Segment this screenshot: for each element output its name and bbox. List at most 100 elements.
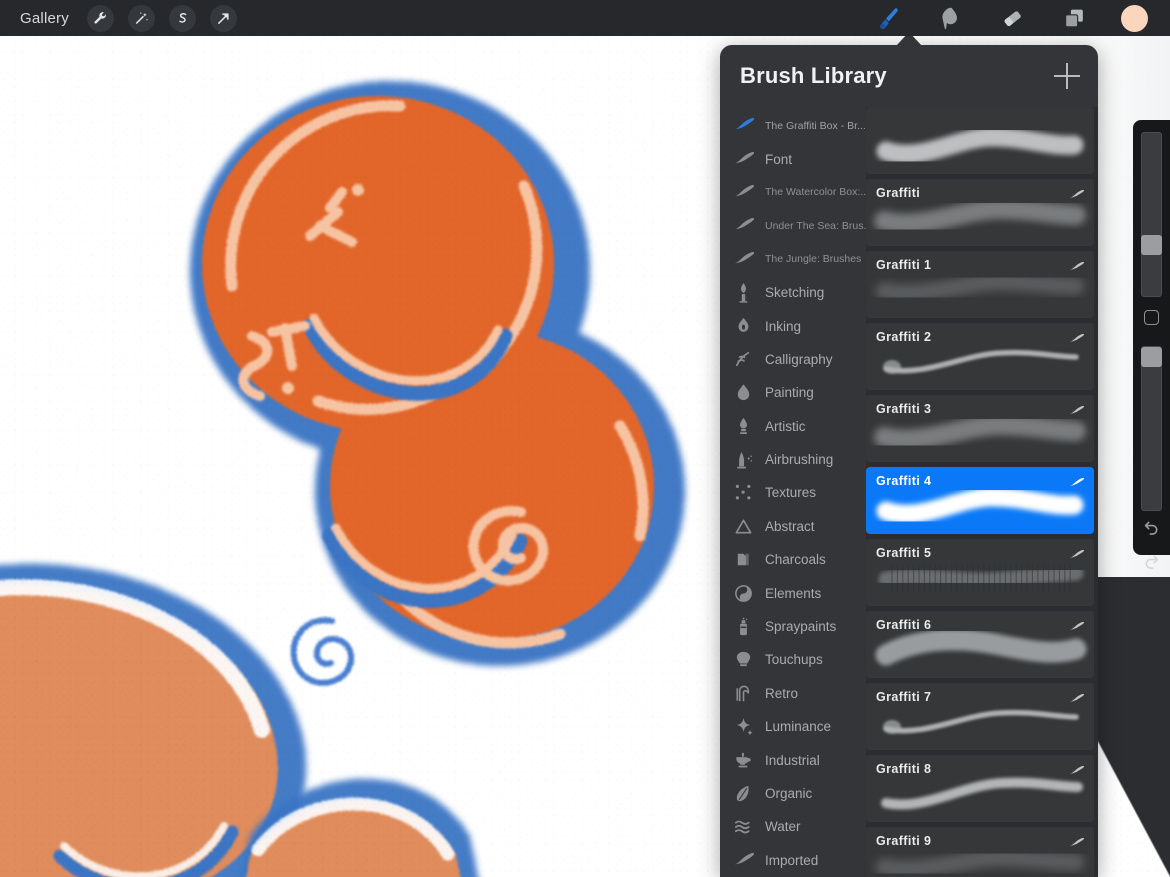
waves-icon: [732, 816, 754, 838]
elements-icon: [732, 582, 754, 604]
leaf-icon: [732, 783, 754, 805]
adjustments-button[interactable]: [128, 5, 155, 32]
brush-library-header: Brush Library: [720, 45, 1098, 107]
selection-button[interactable]: [169, 5, 196, 32]
brush-set-row-airbrushing[interactable]: Airbrushing: [720, 443, 866, 476]
brush-set-row-organic[interactable]: Organic: [720, 777, 866, 810]
actions-wrench-icon: [93, 11, 108, 26]
spraycan-icon: [732, 616, 754, 638]
brush-set-row-retro[interactable]: Retro: [720, 677, 866, 710]
brush-set-label: The Watercolor Box:...: [765, 186, 866, 198]
brush-pen-icon: [1068, 619, 1086, 638]
brush-set-row-textures[interactable]: Textures: [720, 476, 866, 509]
brush-set-row-font[interactable]: Font: [720, 142, 866, 175]
brush-set-row-elements[interactable]: Elements: [720, 576, 866, 609]
brush-set-row-charcoals[interactable]: Charcoals: [720, 543, 866, 576]
erase-tool-button[interactable]: [997, 5, 1027, 31]
undo-button[interactable]: [1142, 518, 1161, 542]
brush-card-graffiti-6[interactable]: Graffiti 6: [866, 611, 1094, 678]
brush-stroke-icon: [732, 849, 754, 871]
brush-preview-icon: [1068, 835, 1086, 849]
brush-set-label: Painting: [765, 385, 814, 400]
brush-set-row-sketching[interactable]: Sketching: [720, 276, 866, 309]
brush-set-row-luminance[interactable]: Luminance: [720, 710, 866, 743]
brush-stroke-icon: [732, 148, 754, 170]
brush-stroke-icon: [732, 215, 754, 237]
brush-pen-icon: [1068, 763, 1086, 782]
add-brush-button[interactable]: [1054, 63, 1080, 89]
pencil-tip-icon: [732, 282, 754, 304]
brush-set-row-the-graffiti-box-br[interactable]: The Graffiti Box - Br...: [720, 109, 866, 142]
brush-list[interactable]: Graffiti Graffiti 1 Graffiti 2 Graffiti …: [866, 107, 1098, 877]
brush-set-label: Abstract: [765, 519, 815, 534]
brush-name-label: Graffiti 4: [876, 474, 931, 488]
brush-name-label: Graffiti 2: [876, 330, 931, 344]
layers-button[interactable]: [1059, 5, 1089, 31]
brush-set-row-industrial[interactable]: Industrial: [720, 743, 866, 776]
modify-button[interactable]: [1144, 310, 1159, 325]
brush-set-row-spraypaints[interactable]: Spraypaints: [720, 610, 866, 643]
transform-button[interactable]: [210, 5, 237, 32]
brush-size-thumb[interactable]: [1141, 235, 1162, 255]
brush-set-row-under-the-sea-brus[interactable]: Under The Sea: Brus...: [720, 209, 866, 242]
brush-card-graffiti-5[interactable]: Graffiti 5: [866, 539, 1094, 606]
brush-card-graffiti-9[interactable]: Graffiti 9: [866, 827, 1094, 877]
brush-set-row-the-watercolor-box[interactable]: The Watercolor Box:...: [720, 176, 866, 209]
brush-size-slider[interactable]: [1141, 132, 1162, 297]
brush-pen-icon: [1068, 331, 1086, 350]
undo-arrow-icon: [1142, 518, 1161, 537]
brush-sidebar: [1133, 120, 1170, 555]
brush-card-graffiti-7[interactable]: Graffiti 7: [866, 683, 1094, 750]
brush-preview-icon: [1068, 331, 1086, 345]
opacity-slider[interactable]: [1141, 346, 1162, 511]
brush-set-row-abstract[interactable]: Abstract: [720, 510, 866, 543]
brush-set-list[interactable]: The Graffiti Box - Br... Font The Watercol…: [720, 107, 866, 877]
brush-set-row-calligraphy[interactable]: Calligraphy: [720, 343, 866, 376]
brush-set-label: The Graffiti Box - Br...: [765, 120, 866, 132]
brush-set-label: Airbrushing: [765, 452, 833, 467]
brush-set-row-inking[interactable]: Inking: [720, 309, 866, 342]
smudge-icon: [938, 6, 963, 31]
brush-stroke-icon: [732, 181, 754, 203]
brush-set-label: Charcoals: [765, 552, 826, 567]
touchup-icon: [732, 649, 754, 671]
brush-set-row-the-jungle-brushes[interactable]: The Jungle: Brushes: [720, 243, 866, 276]
brush-card-graffiti[interactable]: Graffiti: [866, 179, 1094, 246]
brush-set-label: Organic: [765, 786, 812, 801]
opacity-thumb[interactable]: [1141, 347, 1162, 367]
color-swatch-button[interactable]: [1121, 5, 1148, 32]
brush-set-row-touchups[interactable]: Touchups: [720, 643, 866, 676]
brush-set-row-artistic[interactable]: Artistic: [720, 410, 866, 443]
artistic-brush-icon: [732, 415, 754, 437]
eraser-icon: [1000, 6, 1025, 31]
brush-name-label: Graffiti 5: [876, 546, 931, 560]
brush-set-label: Font: [765, 152, 792, 167]
calligraphy-icon: [732, 348, 754, 370]
actions-wrench-button[interactable]: [87, 5, 114, 32]
brush-set-row-imported[interactable]: Imported: [720, 844, 866, 877]
brush-stroke-preview: [866, 107, 1094, 174]
brush-name-label: Graffiti 8: [876, 762, 931, 776]
brush-card-graffiti-1[interactable]: Graffiti 1: [866, 251, 1094, 318]
sparkle-icon: [732, 716, 754, 738]
redo-button[interactable]: [1142, 552, 1161, 576]
brush-set-row-water[interactable]: Water: [720, 810, 866, 843]
brush-preview-icon: [1068, 475, 1086, 489]
textures-icon: [732, 482, 754, 504]
brush-set-label: Artistic: [765, 419, 806, 434]
brush-card-graffiti-3[interactable]: Graffiti 3: [866, 395, 1094, 462]
paint-tool-button[interactable]: [873, 5, 903, 31]
brush-pen-icon: [1068, 835, 1086, 854]
brush-set-label: Touchups: [765, 652, 823, 667]
brush-set-label: Calligraphy: [765, 352, 833, 367]
brush-card-graffiti-4[interactable]: Graffiti 4: [866, 467, 1094, 534]
smudge-tool-button[interactable]: [935, 5, 965, 31]
brush-set-label: Under The Sea: Brus...: [765, 220, 866, 232]
brush-card-graffiti-2[interactable]: Graffiti 2: [866, 323, 1094, 390]
gallery-button[interactable]: Gallery: [16, 8, 73, 29]
brush-set-row-painting[interactable]: Painting: [720, 376, 866, 409]
brush-name-label: Graffiti 6: [876, 618, 931, 632]
brush-card-graffiti-8[interactable]: Graffiti 8: [866, 755, 1094, 822]
layers-icon: [1062, 6, 1087, 31]
brush-card-untitled-0[interactable]: [866, 107, 1094, 174]
